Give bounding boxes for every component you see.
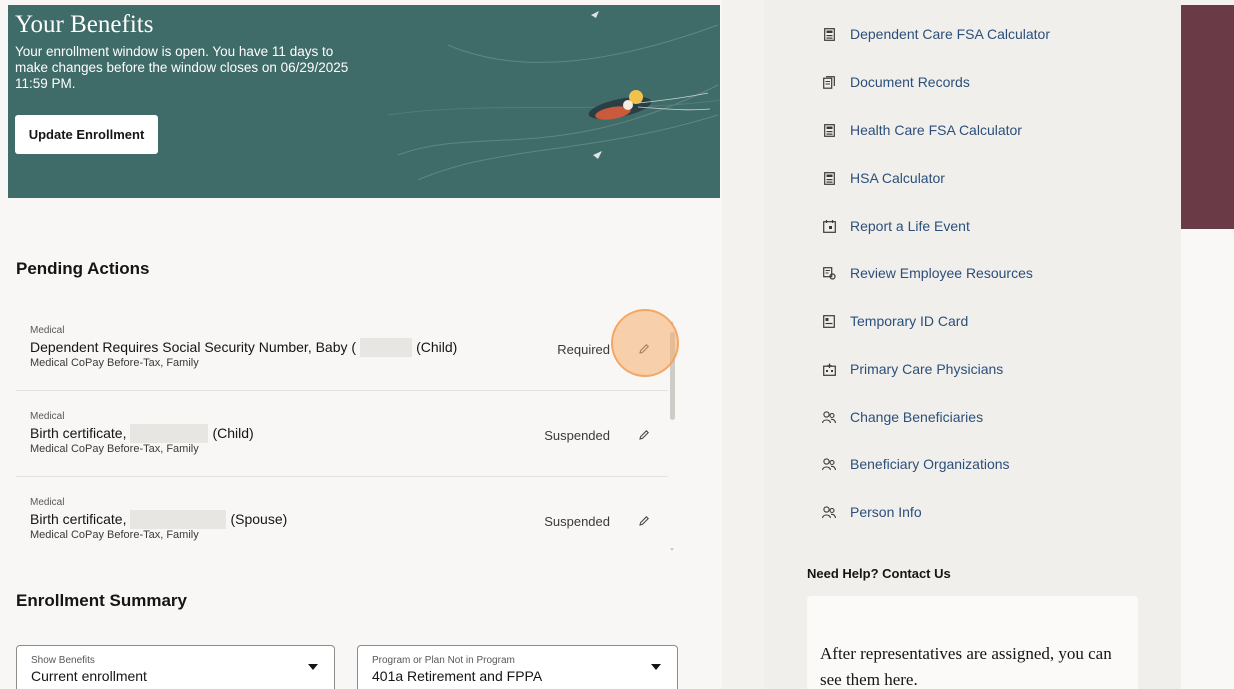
need-help-heading: Need Help? Contact Us — [807, 566, 951, 581]
link-label: Person Info — [850, 504, 922, 520]
chevron-down-icon — [651, 664, 661, 670]
quick-actions-panel: Dependent Care FSA Calculator Document R… — [764, 0, 1181, 689]
link-label: Temporary ID Card — [850, 313, 969, 329]
pending-action-row[interactable]: Medical Dependent Requires Social Securi… — [16, 305, 668, 391]
show-benefits-select[interactable]: Show Benefits Current enrollment — [16, 645, 335, 689]
link-change-beneficiaries[interactable]: Change Beneficiaries — [822, 405, 983, 429]
redacted-name — [130, 423, 209, 443]
side-pale-panel — [1181, 229, 1234, 689]
redacted-name — [360, 337, 413, 357]
action-title-prefix: Birth certificate, — [30, 511, 127, 527]
hero-illustration — [388, 11, 720, 181]
link-temporary-id-card[interactable]: Temporary ID Card — [822, 309, 968, 333]
id-card-icon — [822, 314, 836, 328]
pending-action-row[interactable]: Medical Birth certificate, (Spouse) Medic… — [16, 477, 668, 557]
link-label: Primary Care Physicians — [850, 361, 1004, 377]
action-category: Medical — [30, 497, 65, 508]
link-review-employee-resources[interactable]: Review Employee Resources — [822, 261, 1033, 285]
link-label: Document Records — [850, 74, 970, 90]
action-category: Medical — [30, 325, 65, 336]
people-icon — [822, 457, 836, 471]
action-category: Medical — [30, 411, 65, 422]
pending-actions-heading: Pending Actions — [16, 259, 150, 278]
hospital-icon — [822, 362, 836, 376]
action-title: Birth certificate, (Child) — [30, 423, 254, 443]
action-title-prefix: Birth certificate, — [30, 425, 127, 441]
action-status: Required — [557, 342, 610, 357]
link-label: HSA Calculator — [850, 170, 945, 186]
link-label: Change Beneficiaries — [850, 409, 984, 425]
select-label: Program or Plan Not in Program — [372, 655, 515, 666]
link-report-a-life-event[interactable]: Report a Life Event — [822, 214, 970, 238]
link-dependent-care-fsa-calculator[interactable]: Dependent Care FSA Calculator — [822, 22, 1050, 46]
pending-action-row[interactable]: Medical Birth certificate, (Child) Medica… — [16, 391, 668, 477]
select-value: 401a Retirement and FPPA — [372, 668, 543, 684]
calendar-icon — [822, 219, 836, 233]
action-title-suffix: (Child) — [212, 425, 254, 441]
program-plan-select[interactable]: Program or Plan Not in Program 401a Reti… — [357, 645, 678, 689]
action-plan: Medical CoPay Before-Tax, Family — [30, 443, 199, 455]
page-title: Your Benefits — [15, 11, 154, 38]
action-status: Suspended — [544, 514, 610, 529]
benefits-hero-banner: Your Benefits Your enrollment window is … — [8, 5, 720, 198]
people-icon — [822, 410, 836, 424]
pencil-icon[interactable] — [634, 511, 654, 531]
action-title: Birth certificate, (Spouse) — [30, 509, 288, 529]
document-icon — [822, 75, 836, 89]
pending-actions-list: Medical Dependent Requires Social Securi… — [16, 305, 668, 557]
select-value: Current enrollment — [31, 668, 147, 684]
representatives-message: After representatives are assigned, you … — [820, 644, 1112, 689]
resources-icon — [822, 266, 836, 280]
redacted-name — [130, 509, 227, 529]
action-title-suffix: (Spouse) — [230, 511, 288, 527]
link-label: Dependent Care FSA Calculator — [850, 26, 1050, 42]
link-label: Beneficiary Organizations — [850, 456, 1010, 472]
link-label: Health Care FSA Calculator — [850, 122, 1022, 138]
link-hsa-calculator[interactable]: HSA Calculator — [822, 166, 945, 190]
link-beneficiary-organizations[interactable]: Beneficiary Organizations — [822, 452, 1010, 476]
action-plan: Medical CoPay Before-Tax, Family — [30, 529, 199, 541]
chevron-down-icon — [308, 664, 318, 670]
action-title: Dependent Requires Social Security Numbe… — [30, 337, 458, 357]
side-decorative-panel — [1181, 5, 1234, 229]
link-person-info[interactable]: Person Info — [822, 500, 922, 524]
link-document-records[interactable]: Document Records — [822, 70, 970, 94]
enrollment-summary-heading: Enrollment Summary — [16, 591, 187, 610]
calculator-icon — [822, 27, 836, 41]
enrollment-window-message: Your enrollment window is open. You have… — [15, 44, 349, 91]
action-plan: Medical CoPay Before-Tax, Family — [30, 357, 199, 369]
pencil-icon[interactable] — [634, 425, 654, 445]
action-title-prefix: Dependent Requires Social Security Numbe… — [30, 339, 357, 355]
click-highlight-marker — [611, 309, 679, 377]
link-primary-care-physicians[interactable]: Primary Care Physicians — [822, 357, 1003, 381]
link-label: Review Employee Resources — [850, 265, 1033, 281]
calculator-icon — [822, 171, 836, 185]
action-status: Suspended — [544, 428, 610, 443]
link-health-care-fsa-calculator[interactable]: Health Care FSA Calculator — [822, 118, 1022, 142]
link-label: Report a Life Event — [850, 218, 970, 234]
action-title-suffix: (Child) — [416, 339, 458, 355]
main-content: Your Benefits Your enrollment window is … — [0, 0, 722, 689]
update-enrollment-button[interactable]: Update Enrollment — [15, 115, 158, 154]
calculator-icon — [822, 123, 836, 137]
people-icon — [822, 505, 836, 519]
select-label: Show Benefits — [31, 655, 95, 666]
